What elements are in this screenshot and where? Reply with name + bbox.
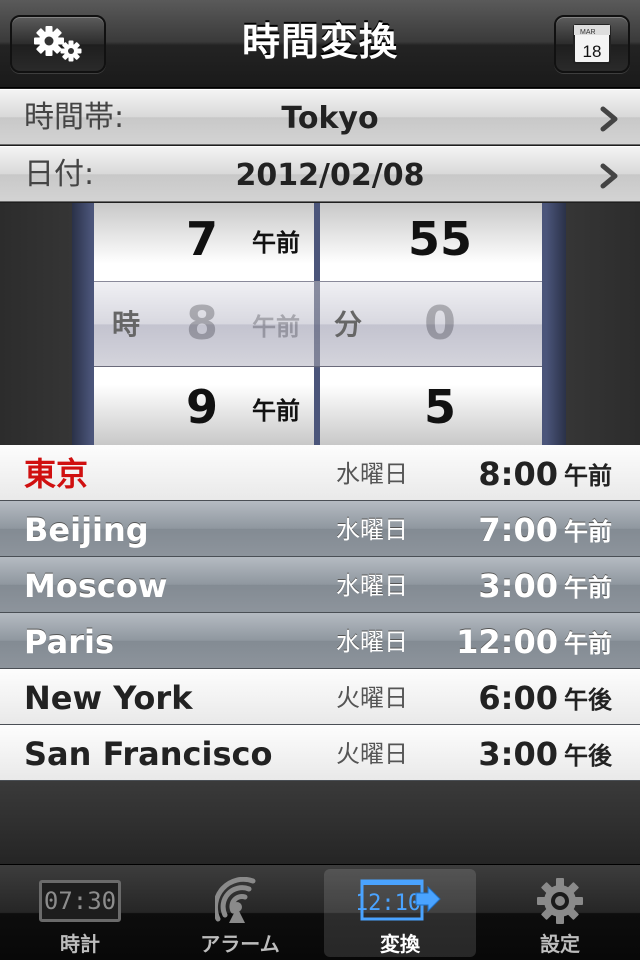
tab-bar: 07:30 時計 アラーム 12:10 変換 設定 (0, 864, 640, 960)
city-day: 水曜日 (336, 460, 408, 488)
tab-settings[interactable]: 設定 (480, 865, 640, 960)
tab-label: アラーム (200, 932, 280, 956)
city-name: San Francisco (24, 735, 273, 773)
list-empty-area (0, 781, 640, 864)
calendar-button[interactable]: MAR 18 (554, 15, 630, 73)
tab-label: 設定 (540, 932, 580, 956)
city-row[interactable]: San Francisco 火曜日 3:00 午後 (0, 725, 640, 781)
city-ampm: 午前 (564, 630, 612, 658)
gear-icon (537, 878, 583, 924)
city-ampm: 午後 (564, 742, 612, 770)
minute-option-selected[interactable]: 0 (320, 281, 542, 365)
minute-option[interactable]: 5 (320, 365, 542, 445)
calendar-icon: MAR 18 (573, 24, 611, 64)
city-time: 3:00 (478, 567, 558, 605)
tab-alarm[interactable]: アラーム (160, 865, 320, 960)
city-name: Beijing (24, 511, 149, 549)
city-row[interactable]: New York 火曜日 6:00 午後 (0, 669, 640, 725)
chevron-right-icon (600, 106, 618, 132)
city-day: 火曜日 (336, 740, 408, 768)
svg-text:MAR: MAR (580, 29, 596, 36)
tab-convert[interactable]: 12:10 変換 (324, 869, 476, 957)
city-name: Moscow (24, 567, 168, 605)
city-name: Paris (24, 623, 114, 661)
chevron-right-icon (600, 163, 618, 189)
gears-icon (34, 26, 82, 62)
city-ampm: 午前 (564, 462, 612, 490)
city-row[interactable]: Paris 水曜日 12:00 午前 (0, 613, 640, 669)
settings-button[interactable] (10, 15, 106, 73)
minute-wheel[interactable]: 55 0 5 (320, 203, 542, 445)
tab-label: 時計 (60, 932, 100, 956)
digital-clock-icon: 07:30 (0, 875, 160, 927)
city-day: 水曜日 (336, 516, 408, 544)
timezone-row[interactable]: 時間帯: Tokyo (0, 89, 640, 145)
svg-text:18: 18 (583, 42, 602, 61)
date-value: 2012/02/08 (235, 158, 425, 193)
city-ampm: 午後 (564, 686, 612, 714)
svg-text:12:10: 12:10 (358, 891, 421, 916)
city-row[interactable]: Moscow 水曜日 3:00 午前 (0, 557, 640, 613)
city-time: 3:00 (478, 735, 558, 773)
city-list: 東京 水曜日 8:00 午前 Beijing 水曜日 7:00 午前 Mosco… (0, 445, 640, 781)
city-name: New York (24, 679, 193, 717)
alarm-signal-icon (215, 877, 256, 923)
city-ampm: 午前 (564, 518, 612, 546)
hour-wheel[interactable]: 7 午前 8 午前 9 午前 (94, 203, 314, 445)
hour-option[interactable]: 7 午前 (94, 203, 314, 281)
city-day: 火曜日 (336, 684, 408, 712)
city-row[interactable]: Beijing 水曜日 7:00 午前 (0, 501, 640, 557)
city-time: 12:00 (456, 623, 558, 661)
minute-option[interactable]: 55 (320, 203, 542, 281)
hour-option-selected[interactable]: 8 午前 (94, 281, 314, 365)
time-picker: 7 午前 8 午前 9 午前 55 0 5 時 分 (0, 203, 640, 445)
tab-label: 変換 (380, 932, 420, 956)
navigation-bar: 時間変換 MAR 18 (0, 0, 640, 88)
date-row[interactable]: 日付: 2012/02/08 (0, 146, 640, 202)
city-time: 6:00 (478, 679, 558, 717)
city-day: 水曜日 (336, 572, 408, 600)
timezone-value: Tokyo (281, 101, 379, 136)
city-time: 7:00 (478, 511, 558, 549)
tab-clock[interactable]: 07:30 時計 (0, 865, 160, 960)
city-time: 8:00 (478, 455, 558, 493)
hour-option[interactable]: 9 午前 (94, 365, 314, 445)
city-day: 水曜日 (336, 628, 408, 656)
convert-clock-icon: 12:10 (358, 879, 441, 921)
city-row[interactable]: 東京 水曜日 8:00 午前 (0, 445, 640, 501)
city-ampm: 午前 (564, 574, 612, 602)
city-name: 東京 (24, 455, 89, 493)
